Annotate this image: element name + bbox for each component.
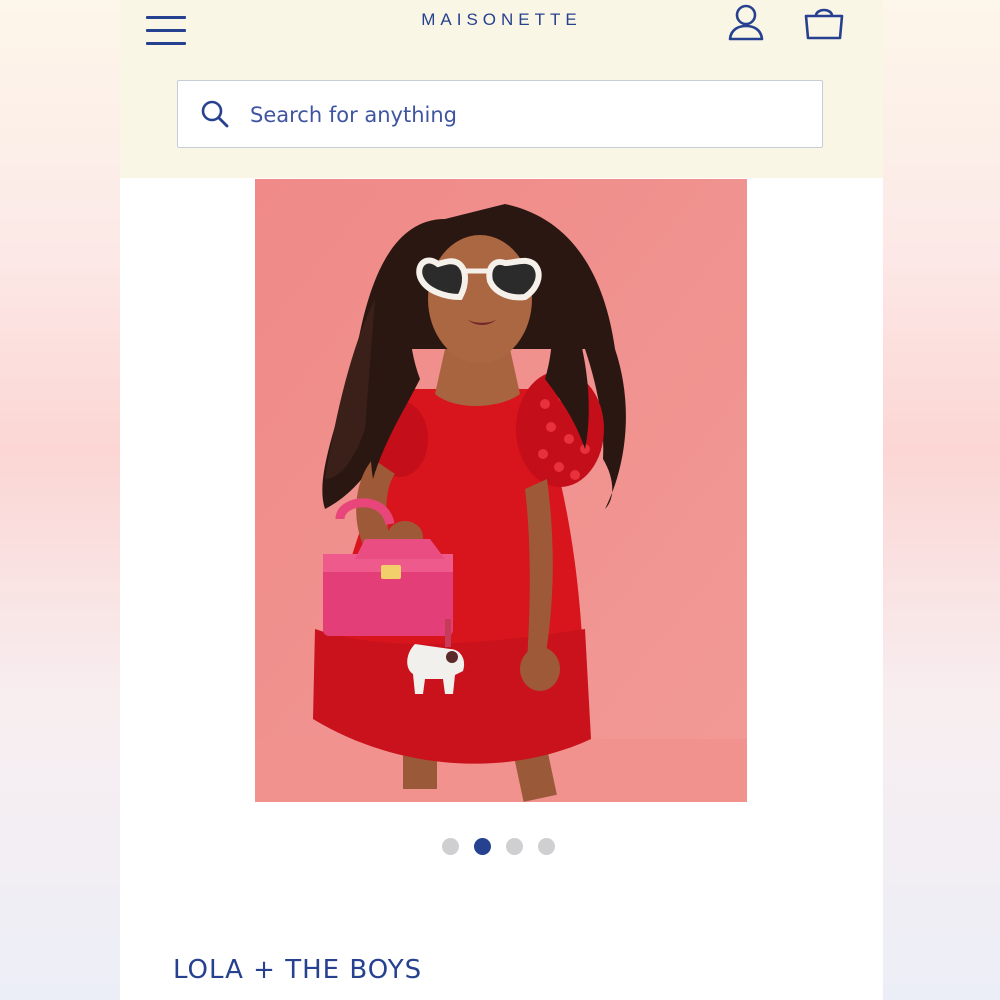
backdrop-left: [0, 0, 120, 1000]
search-icon[interactable]: [200, 99, 230, 129]
mobile-screen: MAISONETTE Search for anything LOLA + TH…: [120, 0, 883, 1000]
carousel-dot-3[interactable]: [506, 838, 523, 855]
hamburger-menu-icon[interactable]: [146, 14, 188, 48]
carousel-indicator: [442, 838, 572, 856]
search-input[interactable]: [248, 95, 812, 135]
carousel-dot-2[interactable]: [474, 838, 491, 855]
carousel-dot-1[interactable]: [442, 838, 459, 855]
product-brand-link[interactable]: LOLA + THE BOYS: [173, 955, 773, 985]
brand-logo[interactable]: MAISONETTE: [320, 10, 683, 30]
shopping-bag-icon[interactable]: [802, 4, 846, 42]
carousel-dot-4[interactable]: [538, 838, 555, 855]
site-header: MAISONETTE: [120, 0, 883, 178]
backdrop-right: [883, 0, 1000, 1000]
product-photo[interactable]: [255, 179, 747, 802]
search-bar[interactable]: [177, 80, 823, 148]
user-icon[interactable]: [726, 2, 766, 42]
